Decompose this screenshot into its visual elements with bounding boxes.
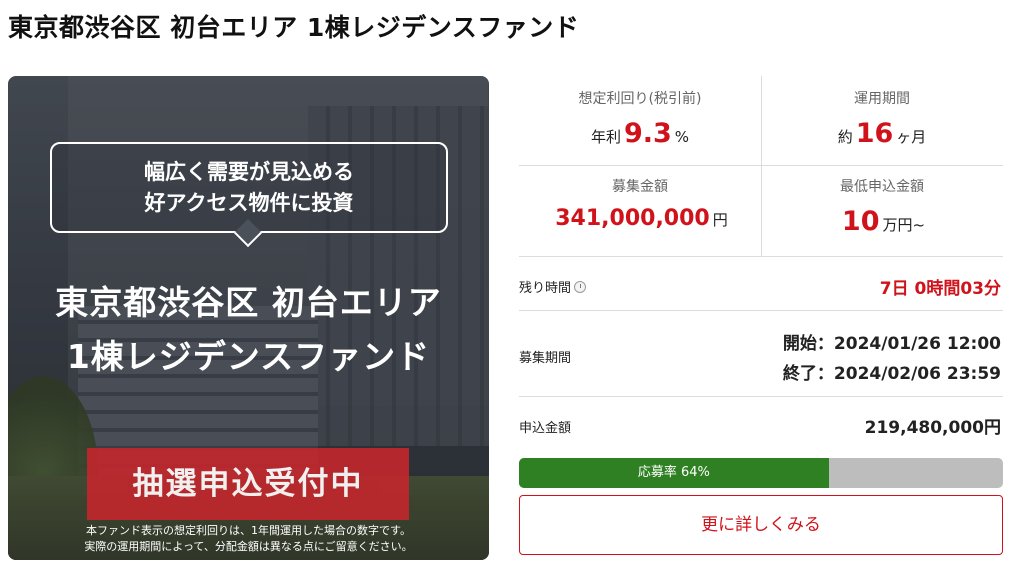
clock-icon [574,281,587,293]
minimum-investment-unit: 万円~ [882,216,926,234]
recruitment-end: 終了：2024/02/06 23:59 [782,364,1001,384]
remaining-time-label-wrap: 残り時間 [519,277,587,296]
fund-stats-grid: 想定利回り(税引前) 年利 9.3% 運用期間 約 16 ヶ月 募集金額 341,00… [519,76,1003,256]
remaining-time-row: 残り時間 7日 0時間03分 [519,256,1003,310]
hero-heading-line-1: 東京都渋谷区 初台エリア [55,283,442,322]
divider [519,165,1003,166]
applied-amount-row: 申込金額 219,480,000円 [519,396,1003,456]
raise-amount-label: 募集金額 [612,179,668,195]
expected-yield-unit: % [674,128,690,146]
yield-disclaimer-line-1: 本ファンド表示の想定利回りは、1年間運用した場合の数字です。 [86,524,411,537]
recruitment-period-label: 募集期間 [519,351,572,366]
page-title: 東京都渋谷区 初台エリア 1棟レジデンスファンド [8,13,580,42]
remaining-time-value: 7日 0時間03分 [879,279,1001,299]
speech-bubble: 幅広く需要が見込める 好アクセス物件に投資 [50,142,448,248]
operation-period-unit: ヶ月 [896,128,927,146]
application-rate-bar: 応募率 64% [519,458,1003,488]
hero-heading-line-2: 1棟レジデンスファンド [66,337,431,376]
applied-amount-label: 申込金額 [519,421,572,436]
operation-period-prefix: 約 [837,128,853,146]
lottery-status-badge: 抽選申込受付中 [87,448,409,520]
expected-yield: 想定利回り(税引前) 年利 9.3% [519,88,761,149]
expected-yield-value: 9.3 [623,118,672,149]
minimum-investment-label: 最低申込金額 [840,179,924,195]
operation-period: 運用期間 約 16 ヶ月 [761,88,1003,149]
application-rate-label: 応募率 64% [637,465,710,480]
raise-amount-value: 341,000,000 [555,206,710,231]
bubble-line-1: 幅広く需要が見込める [144,160,354,184]
fund-hero-image[interactable]: 幅広く需要が見込める 好アクセス物件に投資 東京都渋谷区 初台エリア 1棟レジデ… [8,76,489,560]
minimum-investment-value: 10 [841,206,880,237]
expected-yield-label: 想定利回り(税引前) [578,91,702,107]
raise-amount: 募集金額 341,000,000 円 [519,176,761,231]
yield-disclaimer-line-2: 実際の運用期間によって、分配金額は異なる点にご留意ください。 [84,540,413,553]
more-details-button[interactable]: 更に詳しくみる [519,495,1003,555]
applied-amount-value: 219,480,000円 [864,418,1001,438]
minimum-investment: 最低申込金額 10 万円~ [761,176,1003,237]
recruitment-period-row: 募集期間 開始：2024/01/26 12:00 終了：2024/02/06 2… [519,310,1003,396]
recruitment-start: 開始：2024/01/26 12:00 [782,334,1001,354]
operation-period-value: 16 [855,118,894,149]
bubble-line-2: 好アクセス物件に投資 [144,191,354,215]
expected-yield-prefix: 年利 [590,128,621,146]
raise-amount-unit: 円 [712,211,728,229]
operation-period-label: 運用期間 [854,91,910,107]
remaining-time-label: 残り時間 [519,281,572,296]
